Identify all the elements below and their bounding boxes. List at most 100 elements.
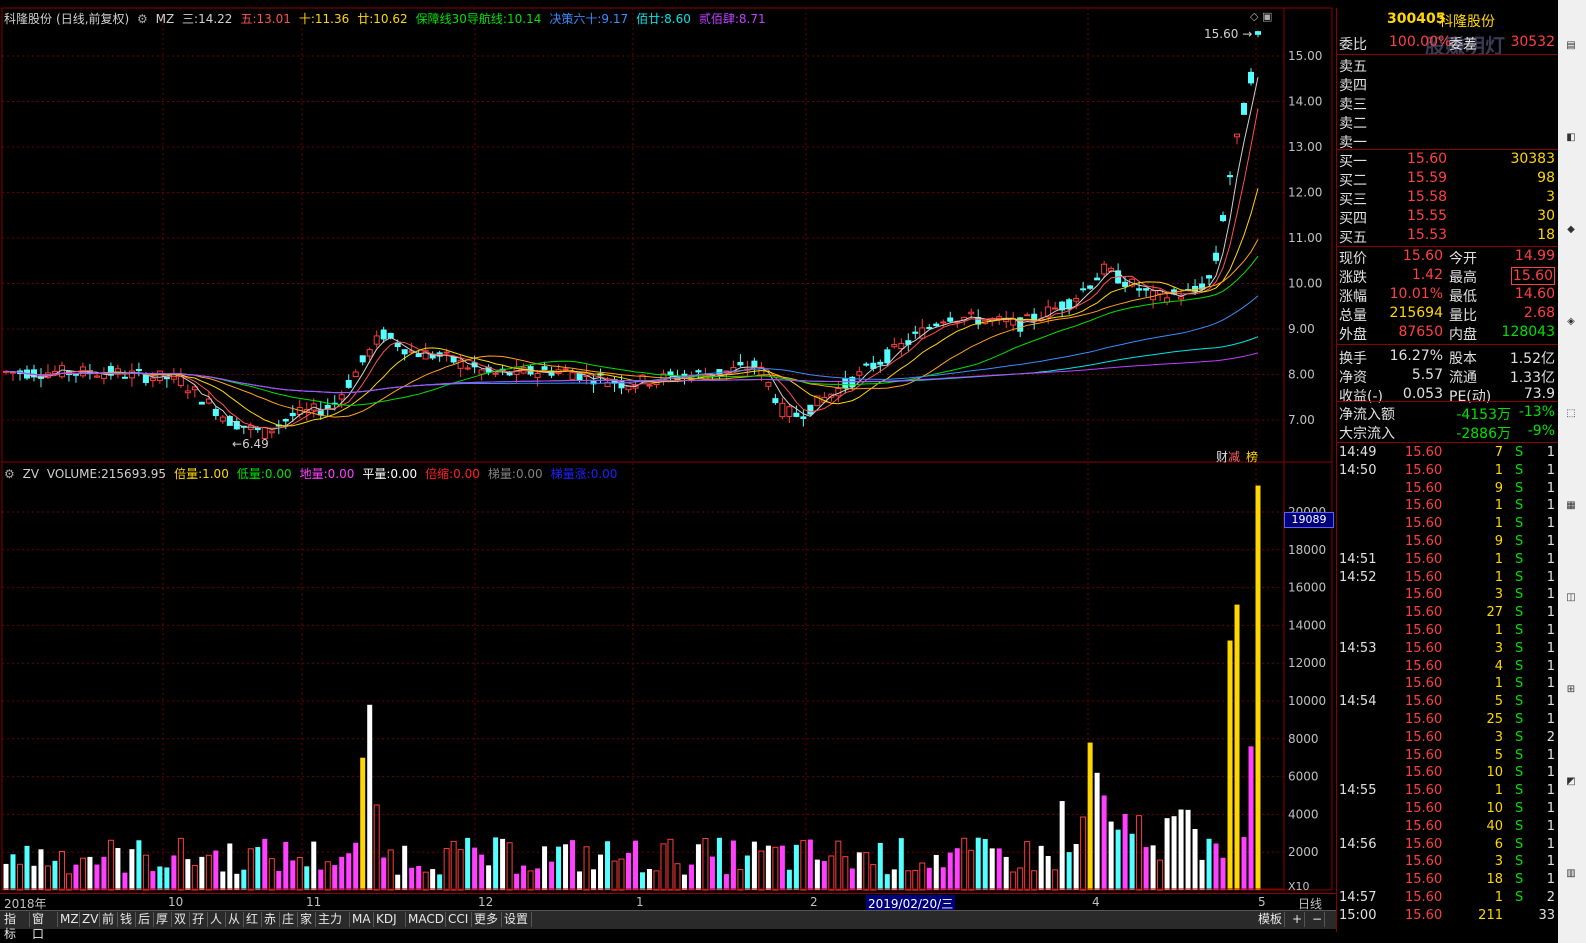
sell-level-row[interactable]: 卖二	[1337, 113, 1559, 132]
indicator-tab[interactable]: KDJ	[374, 912, 406, 927]
candle-body	[72, 373, 79, 376]
buy-price: 15.55	[1407, 208, 1448, 224]
buy-level-row[interactable]: 买四 15.55 30	[1337, 208, 1559, 227]
buy-level-row[interactable]: 买一 15.60 30383	[1337, 151, 1559, 170]
price-tick-label: 9.00	[1288, 322, 1315, 336]
tick-count: 1	[1546, 872, 1555, 888]
volume-bar	[1199, 859, 1205, 890]
toolbar-icon[interactable]: ▤	[1561, 40, 1581, 54]
indicator-tab[interactable]: 人	[208, 912, 226, 927]
candle-body	[1206, 275, 1213, 279]
volume-legend-item: 地量:0.00	[299, 467, 355, 481]
toolbar-icon[interactable]: ◩	[1561, 776, 1581, 790]
indicator-tab[interactable]: MZ	[58, 912, 80, 927]
indicator-tab[interactable]: 厚	[154, 912, 172, 927]
template-tab[interactable]: −	[1310, 912, 1326, 927]
indicator-tab[interactable]: 窗口	[30, 912, 58, 941]
indicator-tab[interactable]: ZV	[80, 912, 100, 927]
tick-time: 15:00	[1339, 907, 1377, 923]
volume-tick-label: 8000	[1288, 732, 1319, 746]
indicator-tab[interactable]: 庄	[280, 912, 298, 927]
candle-body	[667, 371, 674, 376]
volume-bar	[107, 839, 114, 891]
candle-body	[1087, 285, 1094, 289]
chart-mode: (日线,前复权)	[56, 12, 130, 26]
indicator-tab[interactable]: 双	[172, 912, 190, 927]
volume-bar	[563, 844, 569, 890]
indicator-tab[interactable]: 钱	[118, 912, 136, 927]
kline-chart[interactable]: 15.00 14.00 13.00 12.00 11.00 10.00 9.00 8.00 7.…	[0, 0, 1336, 910]
ma-legend-item: 贰佰肆:8.71	[698, 12, 766, 26]
buy-level-row[interactable]: 买二 15.59 98	[1337, 170, 1559, 189]
settings-icon[interactable]: ⚙	[4, 467, 15, 481]
candle-body	[1234, 133, 1241, 138]
window-controls[interactable]: ◇ ▣	[1250, 10, 1272, 23]
volume-bar	[387, 849, 394, 891]
volume-bar	[884, 874, 890, 890]
indicator-tab[interactable]: 更多	[472, 912, 502, 927]
toolbar-icon[interactable]: ◧	[1561, 132, 1581, 146]
toolbar-icon[interactable]: ▦	[1561, 500, 1581, 514]
tick-row: 15.60 9 S 1	[1337, 481, 1559, 499]
indicator-tab[interactable]: MACD	[406, 912, 446, 927]
ma-legend-item: 佰廿:8.60	[636, 12, 691, 26]
candle-body	[177, 375, 184, 387]
tick-count: 1	[1546, 694, 1555, 710]
indicator-tab[interactable]: 孖	[190, 912, 208, 927]
indicator-tab[interactable]: 家	[298, 912, 316, 927]
candle-body	[254, 428, 261, 431]
volume-bar	[765, 845, 771, 890]
toolbar-icon[interactable]: ◫	[1561, 592, 1581, 606]
toolbar-icon[interactable]: ⊞	[1561, 684, 1581, 698]
indicator-name[interactable]: MZ	[156, 12, 175, 26]
volume-bar	[16, 863, 23, 891]
indicator-tab[interactable]: MA	[350, 912, 374, 927]
buy-level-row[interactable]: 买三 15.58 3	[1337, 189, 1559, 208]
volume-bar	[373, 804, 380, 891]
tick-row: 15.60 3 S 2	[1337, 730, 1559, 748]
indicator-tab[interactable]: 后	[136, 912, 154, 927]
toolbar-icon[interactable]: ⬚	[1561, 408, 1581, 422]
toolbar-icon[interactable]: ◆	[1561, 224, 1581, 238]
candle-body	[625, 386, 632, 391]
toolbar-icon[interactable]: ◈	[1561, 316, 1581, 330]
tick-volume: 5	[1494, 747, 1503, 763]
volume-bar	[44, 865, 51, 891]
indicator-tab[interactable]: 红	[244, 912, 262, 927]
volume-bar	[1087, 742, 1093, 890]
event-badges[interactable]: 财减榜	[1216, 448, 1258, 465]
template-tab[interactable]: +	[1290, 912, 1306, 927]
indicator-tab[interactable]: 从	[226, 912, 244, 927]
diamond-icon[interactable]: ◇	[1250, 10, 1258, 23]
template-tab[interactable]: 模板	[1256, 912, 1286, 927]
candle-body	[1248, 71, 1255, 84]
candle-body	[1073, 298, 1080, 302]
sell-level-row[interactable]: 卖四	[1337, 75, 1559, 94]
main-legend: 科隆股份 (日线,前复权) ⚙ MZ 三:14.22 五:13.01 十:11.36 廿…	[4, 10, 778, 27]
chart-area[interactable]: 15.00 14.00 13.00 12.00 11.00 10.00 9.00 8.00 7.…	[0, 0, 1336, 912]
indicator-tab[interactable]: 前	[100, 912, 118, 927]
ma-legend-item: 决策六十:9.17	[549, 12, 629, 26]
volume-bar	[1157, 859, 1164, 891]
volume-indicator-name[interactable]: ZV	[23, 467, 39, 481]
candle-body	[282, 419, 289, 422]
volume-bar	[506, 842, 513, 891]
volume-bar	[821, 861, 827, 890]
buy-level-label: 买四	[1339, 211, 1367, 227]
indicator-tab[interactable]: 设置	[502, 912, 532, 927]
sell-level-row[interactable]: 卖三	[1337, 94, 1559, 113]
restore-icon[interactable]: ▣	[1262, 10, 1272, 23]
settings-icon[interactable]: ⚙	[137, 12, 148, 26]
indicator-tab[interactable]: 主力	[316, 912, 350, 927]
toolbar-icon[interactable]: ▥	[1561, 868, 1581, 882]
buy-level-label: 买一	[1339, 154, 1367, 170]
indicator-tab[interactable]: CCI	[446, 912, 472, 927]
indicator-tab[interactable]: 指标	[2, 912, 30, 941]
tick-count: 1	[1546, 569, 1555, 585]
tick-price: 15.60	[1405, 658, 1443, 674]
volume-bar	[1080, 816, 1087, 891]
candle-body	[1122, 281, 1129, 287]
sell-level-row[interactable]: 卖五	[1337, 56, 1559, 75]
buy-level-row[interactable]: 买五 15.53 18	[1337, 227, 1559, 246]
indicator-tab[interactable]: 赤	[262, 912, 280, 927]
